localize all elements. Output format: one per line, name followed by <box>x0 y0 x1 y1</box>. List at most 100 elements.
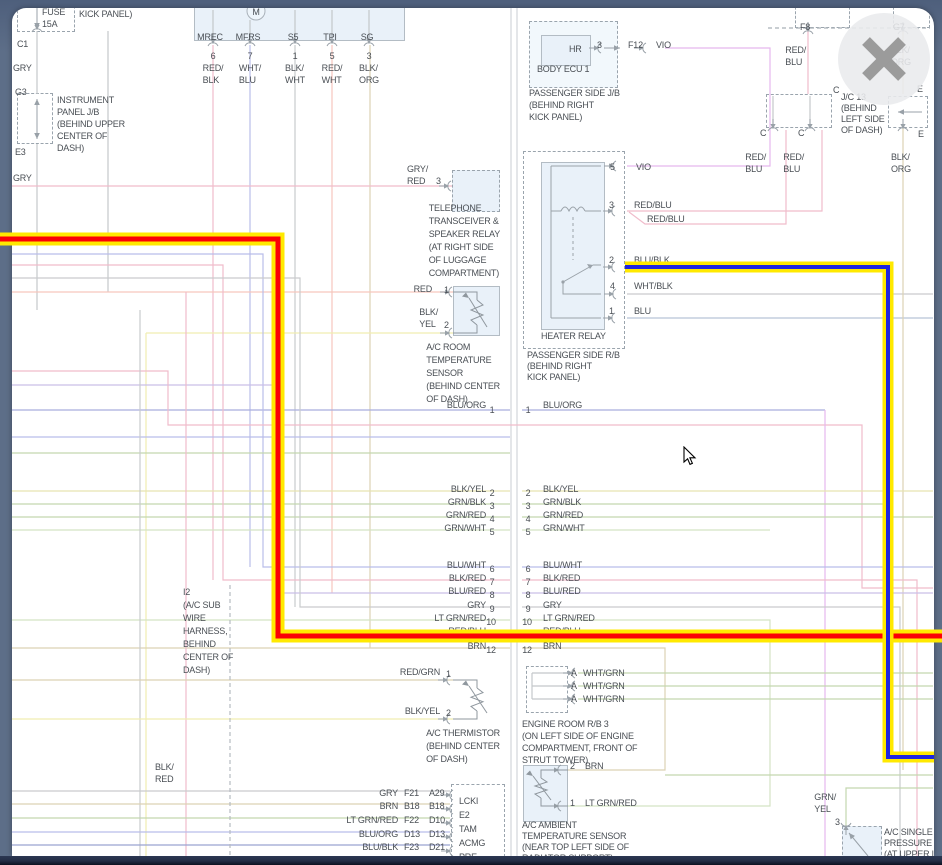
arrow <box>898 109 922 115</box>
diagram-label: RED/BLU <box>448 625 486 637</box>
diagram-label: BLU/RED <box>543 585 581 597</box>
diagram-label: VIO <box>656 39 671 51</box>
diagram-label: I2 (A/C SUB WIRE HARNESS, BEHIND CENTER … <box>183 586 233 677</box>
diagram-label: 6 <box>211 50 216 62</box>
diagram-label: 1 <box>570 797 575 809</box>
diagram-label: ENGINE ROOM R/B 3 (ON LEFT SIDE OF ENGIN… <box>522 718 637 766</box>
diagram-label: BLU/BLK <box>362 841 398 853</box>
diagram-label: BODY ECU 1 <box>537 63 589 75</box>
diagram-label: ACMG <box>459 837 485 849</box>
diagram-label: 4 <box>526 513 531 525</box>
diagram-label: A <box>571 667 577 679</box>
wire <box>846 788 933 826</box>
diagram-label: BLU <box>634 305 651 317</box>
diagram-label: GRY <box>13 62 32 74</box>
diagram-label: A <box>571 693 577 705</box>
diagram-label: BLK/ RED <box>155 761 174 785</box>
diagram-label: GRN/ YEL <box>814 791 836 815</box>
diagram-label: FUSE 15A <box>42 8 65 30</box>
diagram-label: BRN <box>380 800 398 812</box>
diagram-label: F22 <box>404 814 419 826</box>
diagram-label: BLU/WHT <box>543 559 582 571</box>
diagram-label: A29 <box>429 787 444 799</box>
diagram-label: 1 <box>446 668 451 680</box>
diagram-label: RED/ WHT <box>322 62 343 86</box>
diagram-label: GRN/WHT <box>543 522 585 534</box>
diagram-label: F21 <box>404 787 419 799</box>
diagram-label: D10 <box>429 814 445 826</box>
diagram-label: RED/ BLU <box>785 44 806 68</box>
diagram-label: 12 <box>486 644 496 656</box>
diagram-label: LT GRN/RED <box>543 612 595 624</box>
diagram-label: 3 <box>835 816 840 828</box>
diagram-label: 9 <box>526 603 531 615</box>
diagram-label: LT GRN/RED <box>434 612 486 624</box>
diagram-label: 2 <box>609 254 614 266</box>
diagram-label: RED/BLU <box>647 213 685 225</box>
diagram-label: 3 <box>490 500 495 512</box>
diagram-label: GRY/ RED <box>407 163 428 187</box>
diagram-label: BLK/ WHT <box>285 62 305 86</box>
diagram-label: A/C SINGLE PRESSURE (AT UPPER L RADIATOR… <box>884 827 934 856</box>
diagram-label: RED/ BLK <box>203 62 224 86</box>
diagram-label: 11 <box>523 629 532 641</box>
diagram-label: A/C ROOM TEMPERATURE SENSOR (BEHIND CENT… <box>426 341 500 406</box>
diagram-label: 10 <box>486 616 496 628</box>
diagram-label: 2 <box>526 487 531 499</box>
diagram-label: GRY <box>13 172 32 184</box>
diagram-label: 5 <box>490 526 495 538</box>
diagram-label: B18 <box>404 800 419 812</box>
diagram-label: BLU/RED <box>448 585 486 597</box>
diagram-label: 1 <box>293 50 298 62</box>
diagram-label: GRY <box>467 599 486 611</box>
diagram-label: WHT/GRN <box>583 693 625 705</box>
diagram-label: D13 <box>404 828 420 840</box>
thermistor-symbol <box>453 680 487 719</box>
diagram-label: 1 <box>526 404 531 416</box>
mouse-cursor <box>683 446 697 466</box>
diagram-label: A <box>571 680 577 692</box>
diagram-label: G3 <box>15 86 27 98</box>
diagram-label: 6 <box>490 563 495 575</box>
diagram-label: BLK/YEL <box>405 705 440 717</box>
diagram-label: BLK/ ORG <box>891 151 911 175</box>
diagram-label: WHT/GRN <box>583 667 625 679</box>
diagram-label: VIO <box>636 161 651 173</box>
diagram-label: BLK/YEL <box>451 483 486 495</box>
arrow <box>604 45 620 51</box>
wiring-diagram-viewer: { "meta": { "background": "#5d6e88", "pa… <box>0 0 942 865</box>
diagram-label: RED/ BLU <box>745 151 766 175</box>
diagram-label: GRY <box>543 599 562 611</box>
thermistor-symbol <box>526 770 568 806</box>
diagram-label: C1 <box>17 38 28 50</box>
diagram-label: 10 <box>522 616 532 628</box>
diagram-label: BLU/ORG <box>447 399 486 411</box>
diagram-label: RED/GRN <box>400 666 440 678</box>
diagram-label: S5 <box>288 31 299 43</box>
diagram-label: SG <box>361 31 374 43</box>
pin-connector <box>805 119 815 131</box>
diagram-label: BRN <box>585 760 603 772</box>
diagram-label: GRY <box>379 787 398 799</box>
relay-symbol <box>551 166 601 318</box>
wire <box>627 48 770 166</box>
diagram-label: 6 <box>526 563 531 575</box>
diagram-label: F8 <box>800 21 810 33</box>
diagram-label: GRN/BLK <box>543 496 581 508</box>
diagram-label: BLK/RED <box>543 572 580 584</box>
diagram-label: RED/ BLU <box>783 151 804 175</box>
diagram-label: 2 <box>570 760 575 772</box>
diagram-label: E2 <box>459 809 470 821</box>
diagram-label: INSTRUMENT PANEL J/B (BEHIND UPPER CENTE… <box>57 94 125 154</box>
diagram-label: 3 <box>526 500 531 512</box>
diagram-label: HR <box>569 43 582 55</box>
diagram-label: D21 <box>429 841 445 853</box>
diagram-label: 2 <box>490 487 495 499</box>
diagram-label: BLU/ORG <box>543 399 582 411</box>
diagram-label: BLU/WHT <box>447 559 486 571</box>
diagram-label: TAM <box>459 823 477 835</box>
diagram-label: RED/BLU <box>543 625 581 637</box>
close-button[interactable] <box>838 13 930 105</box>
diagram-label: WHT/ BLU <box>239 62 261 86</box>
diagram-label: 5 <box>610 161 615 173</box>
